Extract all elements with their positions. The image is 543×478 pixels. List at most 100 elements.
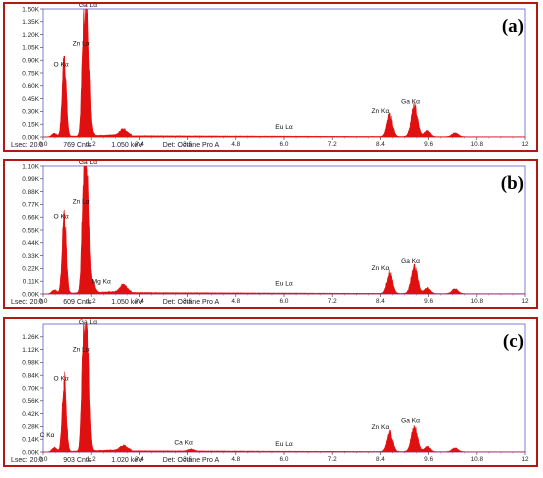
y-tick-label-b: 0.77K bbox=[22, 202, 39, 209]
y-tick-label-c: 0.42K bbox=[22, 411, 39, 418]
status-cnts-b: 609 Cnts bbox=[63, 299, 92, 306]
y-tick-label-c: 0.14K bbox=[22, 437, 39, 444]
spectrum-plot-a: 0.00K 0.15K 0.30K 0.45K 0.60K 0.75K 0.90K 1.05K… bbox=[22, 4, 529, 148]
status-kev-a: 1.050 keV bbox=[111, 142, 143, 149]
peak-label-b: Ga Lα bbox=[79, 161, 97, 166]
x-tick-label-a: 7.2 bbox=[328, 141, 337, 148]
status-lsec-c: Lsec: 20.0 bbox=[11, 457, 44, 464]
eds-figure: 0.00K 0.15K 0.30K 0.45K 0.60K 0.75K 0.90K 1.05K… bbox=[0, 0, 543, 478]
peak-label-a: Zn Lα bbox=[73, 40, 90, 47]
peak-label-a: O Kα bbox=[53, 61, 68, 68]
eds-panel-b: 0.00K 0.11K 0.22K 0.33K 0.44K 0.55K 0.66K 0.77K… bbox=[3, 159, 538, 309]
plot-frame-c bbox=[42, 323, 526, 453]
peak-label-a: Ga Kα bbox=[401, 98, 420, 105]
peak-label-b: Mg Kα bbox=[92, 278, 111, 285]
status-bar-a: Lsec: 20.0 769 Cnts 1.050 keV Det: Octan… bbox=[11, 142, 219, 149]
status-cnts-c: 903 Cnts bbox=[63, 457, 92, 464]
x-tick-label-c: 6.0 bbox=[280, 456, 289, 463]
panel-label-b: (b) bbox=[500, 173, 524, 194]
x-tick-label-b: 10.8 bbox=[471, 298, 484, 305]
y-tick-label-c: 1.12K bbox=[22, 347, 39, 354]
y-tick-label-a: 0.45K bbox=[22, 96, 39, 103]
x-tick-label-b: 6.0 bbox=[280, 298, 289, 305]
peak-label-c: Zn Lα bbox=[73, 346, 90, 353]
y-tick-label-b: 0.11K bbox=[23, 279, 40, 286]
y-tick-label-b: 0.44K bbox=[22, 240, 39, 247]
x-tick-label-c: 9.6 bbox=[424, 456, 433, 463]
y-tick-label-a: 0.00K bbox=[22, 134, 39, 141]
status-det-b: Det: Octane Pro A bbox=[162, 299, 220, 306]
x-tick-label-b: 8.4 bbox=[376, 298, 385, 305]
panel-label-c: (c) bbox=[502, 331, 524, 352]
status-bar-b: Lsec: 20.0 609 Cnts 1.050 keV Det: Octan… bbox=[11, 299, 219, 306]
x-tick-label-c: 10.8 bbox=[471, 456, 484, 463]
status-bar-c: Lsec: 20.0 903 Cnts 1.020 keV Det: Octan… bbox=[11, 457, 219, 464]
peak-label-c: Ga Kα bbox=[401, 418, 420, 425]
x-tick-label-c: 7.2 bbox=[328, 456, 337, 463]
eds-panel-a: 0.00K 0.15K 0.30K 0.45K 0.60K 0.75K 0.90K 1.05K… bbox=[3, 2, 538, 152]
peak-label-b: Ga Kα bbox=[401, 258, 420, 265]
peak-label-c: Ca Kα bbox=[174, 440, 193, 447]
x-tick-label-b: 12 bbox=[521, 298, 529, 305]
x-tick-label-a: 10.8 bbox=[471, 141, 484, 148]
y-tick-label-a: 1.35K bbox=[22, 19, 39, 26]
spectrum-plot-b: 0.00K 0.11K 0.22K 0.33K 0.44K 0.55K 0.66K 0.77K… bbox=[22, 161, 529, 305]
status-kev-b: 1.050 keV bbox=[111, 299, 143, 306]
y-tick-label-c: 0.28K bbox=[22, 424, 39, 431]
plot-frame-a bbox=[42, 8, 526, 138]
status-lsec-b: Lsec: 20.0 bbox=[11, 299, 44, 306]
y-tick-label-a: 0.75K bbox=[22, 70, 39, 77]
peak-label-b: Zn Kα bbox=[372, 265, 390, 272]
peak-label-b: Eu Lα bbox=[275, 281, 293, 288]
y-tick-label-b: 0.22K bbox=[22, 266, 39, 273]
x-tick-label-a: 9.6 bbox=[424, 141, 433, 148]
panel-label-a: (a) bbox=[501, 16, 524, 37]
x-tick-label-b: 9.6 bbox=[424, 298, 433, 305]
y-tick-label-c: 0.56K bbox=[22, 398, 39, 405]
y-tick-label-c: 0.00K bbox=[22, 449, 39, 456]
y-tick-label-b: 0.99K bbox=[22, 176, 39, 183]
peak-label-b: O Kα bbox=[53, 214, 68, 221]
y-tick-label-b: 0.00K bbox=[22, 291, 39, 298]
y-tick-label-b: 0.66K bbox=[22, 215, 39, 222]
status-cnts-a: 769 Cnts bbox=[63, 142, 92, 149]
spectrum-area-c bbox=[43, 323, 526, 453]
y-tick-label-b: 0.88K bbox=[22, 189, 39, 196]
y-tick-label-a: 1.50K bbox=[22, 6, 39, 13]
peak-label-c: C Kα bbox=[40, 432, 55, 439]
y-tick-label-a: 1.05K bbox=[22, 45, 39, 52]
peak-label-c: O Kα bbox=[53, 376, 68, 383]
y-tick-label-b: 1.10K bbox=[22, 163, 39, 170]
y-tick-label-b: 0.55K bbox=[22, 227, 39, 234]
plot-frame-b bbox=[42, 165, 526, 295]
y-tick-label-b: 0.33K bbox=[22, 253, 39, 260]
y-tick-label-c: 1.26K bbox=[22, 334, 39, 341]
x-tick-label-c: 8.4 bbox=[376, 456, 385, 463]
y-tick-label-a: 0.30K bbox=[22, 109, 39, 116]
x-tick-label-a: 4.8 bbox=[231, 141, 240, 148]
spectrum-plot-c: 0.00K 0.14K 0.28K 0.42K 0.56K 0.70K 0.84K 0.98K… bbox=[22, 319, 529, 463]
y-tick-label-a: 0.90K bbox=[22, 58, 39, 65]
status-det-c: Det: Octane Pro A bbox=[162, 457, 220, 464]
status-lsec-a: Lsec: 20.0 bbox=[11, 142, 44, 149]
y-tick-label-a: 0.15K bbox=[22, 122, 39, 129]
y-tick-label-c: 0.84K bbox=[22, 373, 39, 380]
eds-panel-c: 0.00K 0.14K 0.28K 0.42K 0.56K 0.70K 0.84K 0.98K… bbox=[3, 317, 538, 467]
x-tick-label-b: 7.2 bbox=[328, 298, 337, 305]
x-tick-label-b: 4.8 bbox=[231, 298, 240, 305]
y-tick-label-a: 1.20K bbox=[22, 32, 39, 39]
peak-label-a: Ga Lα bbox=[79, 4, 97, 9]
peak-label-b: Zn Lα bbox=[73, 199, 90, 206]
y-tick-label-c: 0.98K bbox=[22, 360, 39, 367]
peak-label-c: Zn Kα bbox=[372, 424, 390, 431]
status-det-a: Det: Octane Pro A bbox=[162, 142, 220, 149]
x-tick-label-a: 6.0 bbox=[280, 141, 289, 148]
peak-label-c: Ga Lα bbox=[79, 319, 97, 326]
x-tick-label-a: 8.4 bbox=[376, 141, 385, 148]
spectrum-area-b bbox=[43, 165, 526, 295]
x-tick-label-c: 4.8 bbox=[231, 456, 240, 463]
peak-label-a: Zn Kα bbox=[372, 108, 390, 115]
x-tick-label-c: 12 bbox=[521, 456, 529, 463]
y-tick-label-c: 0.70K bbox=[22, 385, 39, 392]
peak-label-a: Eu Lα bbox=[275, 124, 293, 131]
